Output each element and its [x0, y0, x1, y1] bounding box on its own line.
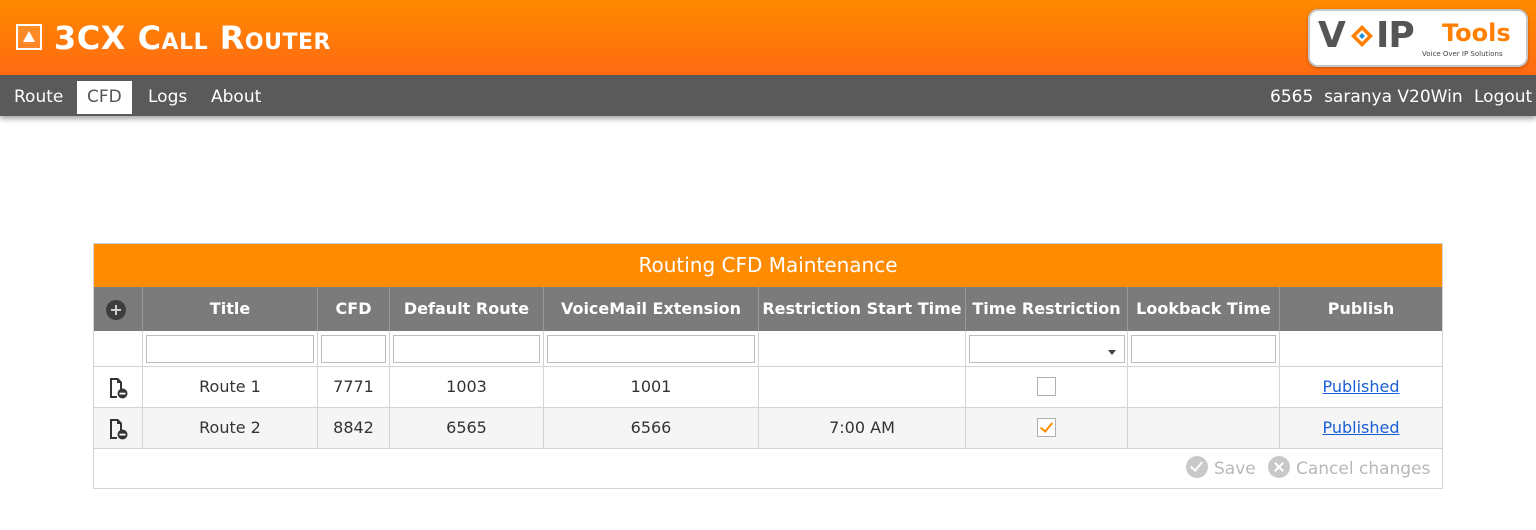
filter-row [94, 331, 1442, 367]
filter-empty-cell [94, 331, 143, 367]
filter-cell-default-route [390, 331, 544, 367]
cell-voicemail-extension[interactable]: 1001 [544, 367, 759, 407]
cancel-label: Cancel changes [1296, 459, 1431, 479]
nav-item-cfd[interactable]: CFD [77, 81, 132, 114]
save-label: Save [1214, 459, 1256, 479]
filter-title-input[interactable] [146, 335, 314, 363]
delete-row-icon[interactable] [108, 418, 128, 440]
nav-item-logs[interactable]: Logs [148, 81, 187, 113]
app-header: 3CX Call Router V IP Tools Voice Over IP… [0, 0, 1536, 75]
save-icon [1186, 456, 1208, 478]
cancel-changes-button[interactable]: Cancel changes [1268, 455, 1430, 483]
cell-cfd[interactable]: 7771 [318, 367, 390, 407]
cell-voicemail-extension[interactable]: 6566 [544, 408, 759, 448]
cell-publish: Published [1280, 408, 1442, 448]
chevron-down-icon [1108, 350, 1116, 355]
row-action-cell [94, 408, 143, 448]
cell-default-route[interactable]: 1003 [390, 367, 544, 407]
filter-cell-time-restriction [966, 331, 1128, 367]
nav-item-about[interactable]: About [211, 81, 261, 113]
grid-header-row: Title CFD Default Route VoiceMail Extens… [94, 287, 1442, 331]
cell-time-restriction [966, 408, 1128, 448]
filter-cell-cfd [318, 331, 390, 367]
cell-publish: Published [1280, 367, 1442, 407]
table-row: Route 1 7771 1003 1001 Published [94, 367, 1442, 408]
cell-lookback-time[interactable] [1128, 408, 1280, 448]
cell-default-route[interactable]: 6565 [390, 408, 544, 448]
cell-title[interactable]: Route 2 [143, 408, 318, 448]
header-publish[interactable]: Publish [1280, 287, 1442, 331]
time-restriction-checkbox[interactable] [1037, 377, 1056, 396]
header-title[interactable]: Title [143, 287, 318, 331]
header-add-cell [94, 287, 143, 331]
table-row: Route 2 8842 6565 6566 7:00 AM Published [94, 408, 1442, 449]
time-restriction-checkbox[interactable] [1037, 418, 1056, 437]
cell-lookback-time[interactable] [1128, 367, 1280, 407]
published-link[interactable]: Published [1322, 418, 1399, 437]
published-link[interactable]: Published [1322, 377, 1399, 396]
add-icon[interactable] [106, 300, 126, 320]
header-voicemail-extension[interactable]: VoiceMail Extension [544, 287, 759, 331]
filter-cell-title [143, 331, 318, 367]
filter-cell-publish [1280, 331, 1442, 367]
cell-title[interactable]: Route 1 [143, 367, 318, 407]
save-button[interactable]: Save [1186, 455, 1256, 483]
filter-cfd-input[interactable] [321, 335, 386, 363]
cfd-grid: Routing CFD Maintenance Title CFD Defaul… [93, 243, 1443, 489]
main-navbar: Route CFD Logs About 6565 saranya V20Win… [0, 75, 1536, 116]
user-info: 6565 saranya V20Win [1270, 87, 1463, 107]
delete-row-icon[interactable] [108, 377, 128, 399]
row-action-cell [94, 367, 143, 407]
grid-footer: Save Cancel changes [94, 449, 1442, 489]
logo-mark-icon [1351, 25, 1373, 47]
filter-cell-lookback [1128, 331, 1280, 367]
app-title: 3CX Call Router [54, 19, 331, 57]
logout-link[interactable]: Logout [1474, 81, 1532, 113]
grid-title: Routing CFD Maintenance [94, 244, 1442, 287]
cancel-icon [1268, 456, 1290, 478]
filter-default-route-input[interactable] [393, 335, 540, 363]
header-default-route[interactable]: Default Route [390, 287, 544, 331]
filter-cell-restriction-start [759, 331, 966, 367]
cell-restriction-start-time[interactable]: 7:00 AM [759, 408, 966, 448]
cell-time-restriction [966, 367, 1128, 407]
header-restriction-start-time[interactable]: Restriction Start Time [759, 287, 966, 331]
header-time-restriction[interactable]: Time Restriction [966, 287, 1128, 331]
cell-restriction-start-time[interactable] [759, 367, 966, 407]
filter-time-restriction-select[interactable] [969, 335, 1125, 363]
filter-lookback-input[interactable] [1131, 335, 1276, 363]
voiptools-logo: V IP Tools Voice Over IP Solutions [1308, 9, 1528, 67]
cell-cfd[interactable]: 8842 [318, 408, 390, 448]
filter-voicemail-input[interactable] [547, 335, 755, 363]
collapse-icon[interactable] [16, 24, 42, 50]
nav-item-route[interactable]: Route [14, 81, 63, 113]
filter-cell-voicemail [544, 331, 759, 367]
header-cfd[interactable]: CFD [318, 287, 390, 331]
header-lookback-time[interactable]: Lookback Time [1128, 287, 1280, 331]
